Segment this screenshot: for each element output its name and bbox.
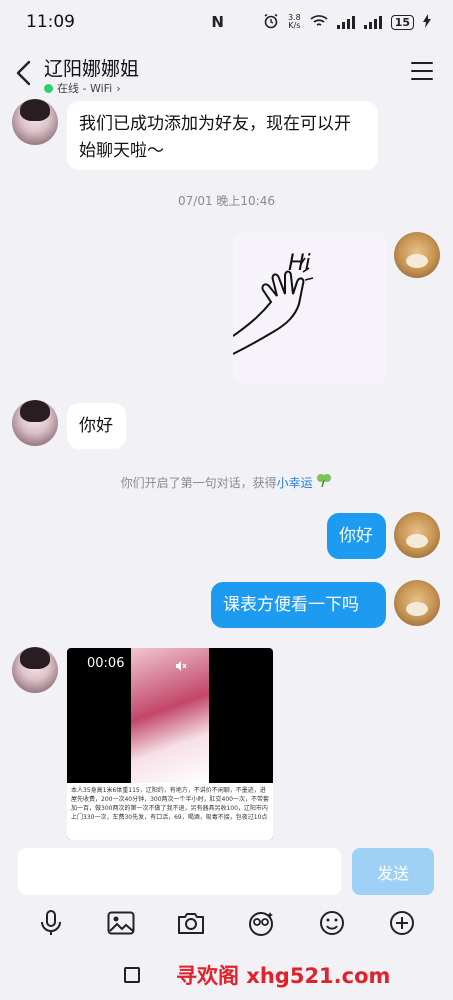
message-input[interactable] [18, 848, 341, 895]
waving-hand-icon: Hi [233, 251, 314, 355]
signal-icon [336, 15, 355, 29]
lucky-link[interactable]: 小幸运 [277, 476, 313, 490]
avatar[interactable] [12, 400, 58, 446]
system-message-text: 你们开启了第一句对话，获得 [120, 476, 277, 490]
emoji-icon[interactable] [318, 909, 346, 937]
online-status[interactable]: 在线 - WiFi › [44, 80, 121, 96]
video-duration: 00:06 [87, 656, 125, 671]
speed-unit: K/s [288, 21, 301, 30]
status-time: 11:09 [26, 12, 75, 32]
message-bubble-sent[interactable]: 课表方便看一下吗 [211, 582, 386, 628]
svg-text:Hi: Hi [288, 251, 311, 276]
message-bubble-sent[interactable]: 你好 [327, 513, 386, 559]
input-area: 发送 [0, 843, 453, 903]
chat-title[interactable]: 辽阳娜娜姐 [44, 54, 139, 81]
message-text: 我们已成功添加为好友，现在可以开始聊天啦～ [79, 114, 351, 161]
message-timestamp: 07/01 晚上10:46 [178, 194, 275, 208]
avatar[interactable] [394, 512, 440, 558]
avatar[interactable] [394, 580, 440, 626]
charging-icon [423, 13, 431, 31]
battery-indicator: 15 [390, 14, 414, 30]
camera-icon[interactable] [177, 909, 205, 937]
status-icons: N 3.8 K/s 15 [211, 13, 431, 32]
online-dot-icon [44, 83, 53, 93]
online-status-text: 在线 - WiFi [57, 82, 113, 95]
send-button[interactable]: 发送 [352, 848, 434, 895]
message-bubble-received[interactable]: 我们已成功添加为好友，现在可以开始聊天啦～ [67, 101, 378, 170]
nfc-icon: N [211, 13, 224, 31]
message-text: 你好 [79, 416, 113, 436]
message-text: 你好 [339, 526, 373, 546]
alarm-icon [263, 13, 279, 32]
menu-button[interactable] [411, 62, 433, 80]
video-caption: 本人35身高1米6体重115，辽阳约，有地方，不讲价不闲聊，不墨迹，进屋先收费，… [67, 783, 273, 840]
avatar[interactable] [12, 99, 58, 145]
plus-icon[interactable] [388, 909, 416, 937]
system-message: 你们开启了第一句对话，获得小幸运 [0, 473, 453, 491]
message-text: 课表方便看一下吗 [223, 595, 359, 615]
message-bubble-received[interactable]: 你好 [67, 403, 126, 449]
signal-icon-2 [363, 15, 382, 29]
input-toolbar [0, 903, 453, 943]
microphone-icon[interactable] [37, 909, 65, 937]
status-bar: 11:09 N 3.8 K/s 15 [0, 0, 453, 44]
back-button[interactable] [14, 60, 36, 86]
avatar[interactable] [12, 647, 58, 693]
video-message[interactable]: 00:06 本人35身高1米6体重115，辽阳约，有地方，不讲价不闲聊，不墨迹，… [67, 648, 273, 840]
clover-icon [316, 474, 332, 490]
hi-sticker[interactable]: Hi [233, 232, 386, 384]
chevron-left-icon [16, 60, 31, 86]
avatar[interactable] [394, 232, 440, 278]
watermark: 寻欢阁 xhg521.com [176, 964, 391, 988]
recents-button[interactable] [124, 967, 140, 983]
network-speed: 3.8 K/s [288, 14, 301, 30]
wifi-icon [310, 14, 328, 31]
chat-header: 辽阳娜娜姐 在线 - WiFi › [0, 48, 453, 100]
image-icon[interactable] [107, 909, 135, 937]
mute-icon[interactable] [175, 657, 187, 671]
chevron-right-icon: › [116, 81, 121, 95]
sticker-icon[interactable] [248, 909, 276, 937]
system-nav-bar: 寻欢阁 xhg521.com [0, 950, 453, 1000]
video-thumbnail [131, 648, 209, 783]
